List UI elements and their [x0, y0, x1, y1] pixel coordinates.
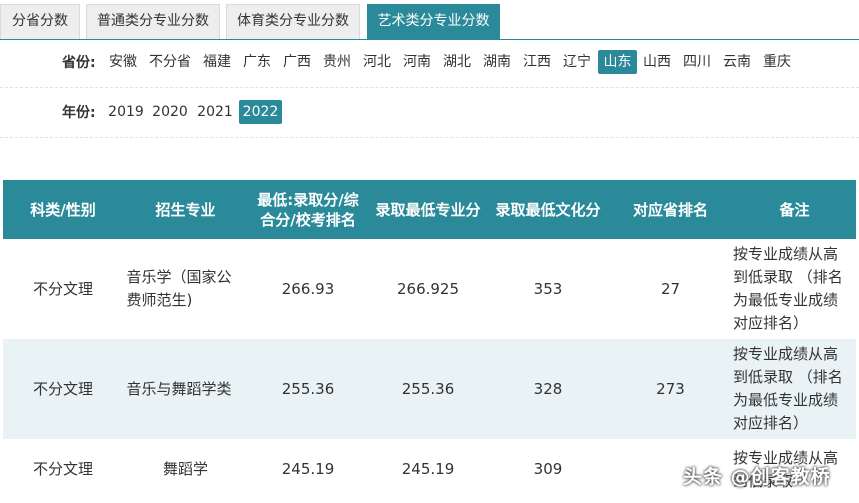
province-option[interactable]: 山西	[638, 50, 676, 74]
year-label: 年份:	[62, 105, 96, 121]
column-header: 科类/性别	[30, 200, 96, 219]
province-option[interactable]: 不分省	[146, 50, 194, 74]
table-cell: 273	[656, 379, 685, 398]
table-cell: 27	[660, 279, 681, 298]
tab-general-major-scores[interactable]: 普通类分专业分数	[86, 4, 220, 39]
province-option[interactable]: 辽宁	[558, 50, 596, 74]
note-text: 按专业成绩从高到低录取 （排名为最低专业成绩对应排名）	[733, 345, 843, 432]
province-option[interactable]: 重庆	[758, 50, 796, 74]
table-cell: 353	[533, 279, 563, 298]
province-option[interactable]: 河南	[398, 50, 436, 74]
province-option[interactable]: 云南	[718, 50, 756, 74]
table-cell: 音乐与舞蹈学类	[123, 339, 248, 439]
province-option[interactable]: 湖南	[478, 50, 516, 74]
table-cell: 音乐学（国家公费师范生)	[123, 239, 248, 339]
major-name: 音乐与舞蹈学类	[126, 379, 232, 398]
column-header: 备注	[779, 200, 810, 219]
column-header: 最低:录取分/综合分/校考排名	[257, 190, 359, 229]
tab-art-major-scores[interactable]: 艺术类分专业分数	[367, 4, 500, 39]
province-option[interactable]: 广东	[238, 50, 276, 74]
table-cell: 245.19	[401, 460, 455, 478]
province-option[interactable]: 河北	[358, 50, 396, 74]
table-cell: 255.36	[401, 379, 455, 398]
tab-province-scores[interactable]: 分省分数	[0, 4, 80, 39]
province-option[interactable]: 贵州	[318, 50, 356, 74]
table-cell: 266.925	[396, 279, 460, 298]
note-text: 按专业成绩从高到低录取 （排名为最低专业成绩对应排名）	[733, 245, 843, 332]
province-option[interactable]: 福建	[198, 50, 236, 74]
year-option-selected[interactable]: 2022	[239, 100, 282, 124]
watermark: 头条 @创客教桥	[683, 466, 831, 488]
table-cell: 不分文理	[32, 379, 93, 398]
table-row: 不分文理 音乐学（国家公费师范生) 266.93 266.925 353 27 …	[3, 239, 856, 339]
column-header: 招生专业	[155, 200, 216, 219]
year-option[interactable]: 2021	[194, 100, 236, 124]
table-cell: 不分文理	[32, 279, 93, 298]
divider	[0, 137, 859, 138]
table-cell: 255.36	[281, 379, 335, 398]
table-cell: 舞蹈学	[162, 460, 208, 478]
province-option-selected[interactable]: 山东	[598, 50, 637, 74]
year-filter: 年份: 2019 2020 2021 2022	[0, 88, 859, 138]
year-option[interactable]: 2019	[106, 100, 146, 124]
tab-bar: 分省分数 普通类分专业分数 体育类分专业分数 艺术类分专业分数	[0, 0, 859, 40]
column-header: 录取最低专业分	[375, 200, 481, 219]
province-option[interactable]: 安徽	[104, 50, 142, 74]
tab-sports-major-scores[interactable]: 体育类分专业分数	[226, 4, 360, 39]
table-cell: 328	[533, 379, 563, 398]
year-option[interactable]: 2020	[150, 100, 190, 124]
column-header: 对应省排名	[632, 200, 708, 219]
table-cell: 按专业成绩从高到低录取 （排名为最低专业成绩对应排名）	[733, 339, 856, 439]
province-option[interactable]: 广西	[278, 50, 316, 74]
table-header: 科类/性别 招生专业 最低:录取分/综合分/校考排名 录取最低专业分 录取最低文…	[3, 180, 856, 239]
province-option[interactable]: 江西	[518, 50, 556, 74]
table-cell: 245.19	[281, 460, 335, 478]
province-filter: 省份: 安徽 不分省 福建 广东 广西 贵州 河北 河南 湖北 湖南 江西 辽宁…	[0, 38, 859, 88]
column-header: 录取最低文化分	[495, 200, 601, 219]
table-cell: 不分文理	[32, 460, 93, 478]
table-row: 不分文理 音乐与舞蹈学类 255.36 255.36 328 273 按专业成绩…	[3, 339, 856, 439]
province-option[interactable]: 四川	[678, 50, 716, 74]
province-option[interactable]: 湖北	[438, 50, 476, 74]
province-label: 省份:	[62, 55, 96, 71]
table-cell: 266.93	[281, 279, 335, 298]
table-cell: 按专业成绩从高到低录取 （排名为最低专业成绩对应排名）	[733, 239, 856, 339]
table-cell: 309	[533, 460, 563, 478]
major-name: 音乐学（国家公费师范生)	[126, 268, 232, 309]
